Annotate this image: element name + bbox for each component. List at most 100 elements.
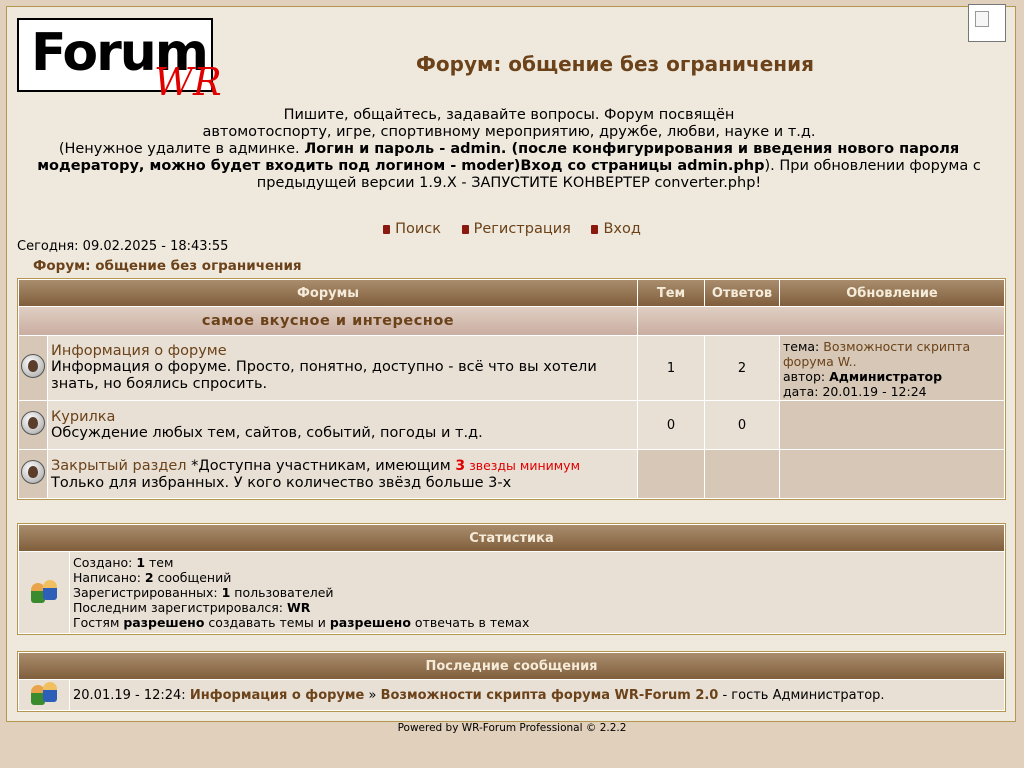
forum-row: Курилка Обсуждение любых тем, сайтов, со… <box>19 401 1004 449</box>
nav-login-link[interactable]: Вход <box>591 221 641 237</box>
forum-info: Информация о форуме Информация о форуме.… <box>48 336 637 400</box>
col-forums: Форумы <box>19 280 637 306</box>
forum-desc: Информация о форуме. Просто, понятно, до… <box>51 359 597 392</box>
last-post-date: 20.01.19 - 12:24: <box>73 687 190 703</box>
site-title: Форум: общение без ограничения <box>416 52 814 76</box>
forum-icon-cell <box>19 450 47 498</box>
upd-date: 20.01.19 - 12:24 <box>822 384 927 399</box>
logo-accent: WR <box>154 60 222 104</box>
forum-logo[interactable]: Forum WR <box>17 18 232 110</box>
desc-line2: автомотоспорту, игре, спортивному меропр… <box>202 124 816 140</box>
bullet-icon <box>383 225 391 234</box>
category-filler <box>638 307 1004 335</box>
forum-topics: 1 <box>638 336 704 400</box>
stats-icon-cell <box>19 552 69 633</box>
users-icon <box>29 680 59 706</box>
stat-value: 1 <box>136 555 146 570</box>
footer-powered-by[interactable]: Powered by WR-Forum Professional © 2.2.2 <box>0 722 1024 734</box>
stats-body: Создано: 1 тем Написано: 2 сообщений Зар… <box>70 552 1004 633</box>
stars-text: звезды минимум <box>465 457 581 473</box>
forum-row: Информация о форуме Информация о форуме.… <box>19 336 1004 400</box>
category-row: самое вкусное и интересное <box>19 307 1004 335</box>
nav-search-link[interactable]: Поиск <box>383 221 441 237</box>
forum-status-icon <box>21 460 45 484</box>
col-updated: Обновление <box>780 280 1004 306</box>
stat-label: Зарегистрированных: <box>73 585 222 600</box>
forum-topics <box>638 450 704 498</box>
current-date: Сегодня: 09.02.2025 - 18:43:55 <box>17 239 229 254</box>
forums-table: Форумы Тем Ответов Обновление самое вкус… <box>17 278 1006 500</box>
forum-desc: Обсуждение любых тем, сайтов, событий, п… <box>51 424 483 441</box>
stat-unit: тем <box>145 555 174 570</box>
desc-part: (Ненужное удалите в админке. <box>58 141 305 157</box>
last-post-forum-link[interactable]: Информация о форуме <box>190 688 365 703</box>
breadcrumb[interactable]: Форум: общение без ограничения <box>33 258 302 274</box>
last-post-entry: 20.01.19 - 12:24: Информация о форуме » … <box>70 680 1004 710</box>
stats-table: Статистика Создано: 1 тем Написано: 2 со… <box>17 523 1006 635</box>
upd-author-label: автор: <box>783 369 826 384</box>
forum-last-update <box>780 401 1004 449</box>
top-nav: Поиск Регистрация Вход <box>0 221 1024 237</box>
last-post-topic-link[interactable]: Возможности скрипта форума WR-Forum 2.0 <box>381 688 719 703</box>
forum-status-icon <box>21 411 45 435</box>
forum-link[interactable]: Закрытый раздел <box>51 458 187 474</box>
last-posts-header: Последние сообщения <box>19 653 1004 679</box>
col-replies: Ответов <box>705 280 779 306</box>
forum-desc: Только для избранных. У кого количество … <box>51 474 512 491</box>
stats-last-user: Последним зарегистрировался: WR <box>73 600 1001 615</box>
forum-icon-cell <box>19 401 47 449</box>
nav-register-label: Регистрация <box>473 221 571 237</box>
col-topics: Тем <box>638 280 704 306</box>
stat-text: отвечать в темах <box>410 615 530 630</box>
stat-bold: разрешено <box>329 615 411 630</box>
upd-topic-label: тема: <box>783 339 820 354</box>
nav-register-link[interactable]: Регистрация <box>461 221 571 237</box>
forum-row: Закрытый раздел *Доступна участникам, им… <box>19 450 1004 498</box>
nav-login-label: Вход <box>603 221 641 237</box>
upd-author: Администратор <box>829 369 943 384</box>
forum-link[interactable]: Курилка <box>51 409 634 425</box>
forum-info: Курилка Обсуждение любых тем, сайтов, со… <box>48 401 637 449</box>
forum-icon-cell <box>19 336 47 400</box>
bullet-icon <box>461 225 469 234</box>
stats-users: Зарегистрированных: 1 пользователей <box>73 585 1001 600</box>
stars-num: 3 <box>455 457 466 474</box>
stat-bold: разрешено <box>123 615 205 630</box>
stat-label: Создано: <box>73 555 137 570</box>
forum-link[interactable]: Информация о форуме <box>51 343 634 359</box>
forum-note: *Доступна участникам, имеющим <box>186 457 456 474</box>
stat-text: создавать темы и <box>204 615 330 630</box>
stat-value: 1 <box>221 585 231 600</box>
last-post-sep: » <box>364 687 381 703</box>
forums-header-row: Форумы Тем Ответов Обновление <box>19 280 1004 306</box>
forum-title-line: Закрытый раздел *Доступна участникам, им… <box>51 457 634 475</box>
forum-description: Пишите, общайтесь, задавайте вопросы. Фо… <box>14 107 1004 192</box>
forum-last-update: тема: Возможности скрипта форума W.. авт… <box>780 336 1004 400</box>
stat-unit: сообщений <box>153 570 232 585</box>
stars-requirement: 3 звезды минимум <box>455 457 581 474</box>
nav-search-label: Поиск <box>395 221 442 237</box>
last-post-suffix: - гость Администратор. <box>718 687 885 703</box>
stat-text: Гостям <box>73 615 124 630</box>
users-icon <box>29 578 59 604</box>
forum-replies: 2 <box>705 336 779 400</box>
stat-label: Написано: <box>73 570 145 585</box>
stat-label: Последним зарегистрировался: <box>73 600 287 615</box>
last-posts-table: Последние сообщения 20.01.19 - 12:24: Ин… <box>17 651 1006 712</box>
stats-created: Создано: 1 тем <box>73 555 1001 570</box>
stat-unit: пользователей <box>230 585 334 600</box>
last-user-name[interactable]: WR <box>287 600 310 615</box>
bullet-icon <box>591 225 599 234</box>
upd-date-label: дата: <box>783 384 819 399</box>
forum-status-icon <box>21 354 45 378</box>
forum-info: Закрытый раздел *Доступна участникам, им… <box>48 450 637 498</box>
stats-written: Написано: 2 сообщений <box>73 570 1001 585</box>
last-posts-icon-cell <box>19 680 69 710</box>
desc-admin-note: (Ненужное удалите в админке. Логин и пар… <box>14 141 1004 192</box>
broken-image-icon <box>968 4 1006 42</box>
forum-last-update <box>780 450 1004 498</box>
stat-value: 2 <box>144 570 154 585</box>
forum-replies <box>705 450 779 498</box>
desc-line1: Пишите, общайтесь, задавайте вопросы. Фо… <box>283 107 735 123</box>
stats-header: Статистика <box>19 525 1004 551</box>
